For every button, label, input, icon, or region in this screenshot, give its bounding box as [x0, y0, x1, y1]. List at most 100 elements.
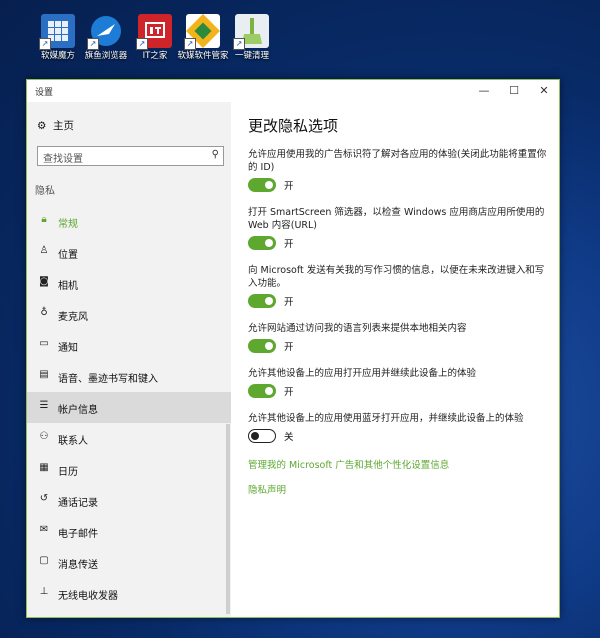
sidebar-scrollbar[interactable] — [226, 424, 230, 614]
sidebar-item-label: 相机 — [58, 281, 78, 292]
sidebar-item-contacts[interactable]: ⚇ 联系人 — [27, 423, 231, 454]
shortcut-arrow-icon: ↗ — [136, 38, 148, 50]
sidebar-item-messaging[interactable]: ▢ 消息传送 — [27, 547, 231, 578]
sidebar-item-label: 消息传送 — [58, 560, 98, 571]
toggle-switch[interactable] — [248, 236, 276, 250]
sidebar-item-label: 通话记录 — [58, 498, 98, 509]
maximize-button[interactable]: ☐ — [499, 80, 529, 102]
mail-icon: ✉ — [39, 524, 49, 535]
sidebar-item-label: 电子邮件 — [58, 529, 98, 540]
privacy-option: 允许网站通过访问我的语言列表来提供本地相关内容 开 — [248, 322, 548, 353]
desktop-icon-label: 软媒软件管家 — [177, 51, 229, 61]
location-person-icon: ♙ — [39, 245, 49, 256]
other-devices-toggle[interactable]: 开 — [248, 384, 548, 398]
search-input[interactable]: 查找设置 ⚲ — [37, 146, 224, 166]
sidebar-item-label: 位置 — [58, 250, 78, 261]
notification-icon: ▭ — [39, 338, 49, 349]
toggle-state: 开 — [284, 239, 294, 250]
manage-ads-link[interactable]: 管理我的 Microsoft 广告和其他个性化设置信息 — [248, 457, 449, 471]
privacy-nav: 🔒︎ 常规 ♙ 位置 ◙ 相机 ♁ 麦克风 ▭ 通知 ▤ 语音、墨迹书写和键入 ☰ 帐户信息 … — [27, 206, 231, 609]
shortcut-arrow-icon: ↗ — [184, 38, 196, 50]
language-list-toggle[interactable]: 开 — [248, 339, 548, 353]
contacts-icon: ⚇ — [39, 431, 49, 442]
calendar-icon: ▦ — [39, 462, 49, 473]
sidebar-item-microphone[interactable]: ♁ 麦克风 — [27, 299, 231, 330]
clipboard-icon: ▤ — [39, 369, 49, 380]
sidebar-item-label: 联系人 — [58, 436, 88, 447]
close-button[interactable]: ✕ — [529, 80, 559, 102]
option-description: 允许其他设备上的应用打开应用并继续此设备上的体验 — [248, 368, 477, 379]
sidebar-item-call-history[interactable]: ↺ 通话记录 — [27, 485, 231, 516]
bluetooth-devices-toggle[interactable]: 关 — [248, 429, 548, 443]
toggle-state: 开 — [284, 342, 294, 353]
desktop-icon-label: 一键清理 — [234, 51, 269, 61]
desktop-icon-software-manager[interactable]: ↗ 软媒软件管家 — [175, 14, 231, 62]
sidebar-item-general[interactable]: 🔒︎ 常规 — [27, 206, 231, 237]
home-label: 主页 — [53, 120, 74, 132]
toggle-switch[interactable] — [248, 429, 276, 443]
option-description: 允许其他设备上的应用使用蓝牙打开应用，并继续此设备上的体验 — [248, 413, 524, 424]
sidebar: ⚙ 主页 查找设置 ⚲ 隐私 🔒︎ 常规 ♙ 位置 ◙ 相机 ♁ 麦克风 ▭ 通知 ▤ — [27, 102, 231, 617]
sidebar-item-label: 麦克风 — [58, 312, 88, 323]
privacy-option: 向 Microsoft 发送有关我的写作习惯的信息，以便在未来改进键入和写入功能… — [248, 264, 548, 308]
toggle-switch[interactable] — [248, 178, 276, 192]
sidebar-item-label: 通知 — [58, 343, 78, 354]
sidebar-item-radios[interactable]: ⊥ 无线电收发器 — [27, 578, 231, 609]
toggle-state: 关 — [284, 432, 294, 443]
sidebar-item-label: 日历 — [58, 467, 78, 478]
smartscreen-toggle[interactable]: 开 — [248, 236, 548, 250]
toggle-switch[interactable] — [248, 384, 276, 398]
privacy-statement-link[interactable]: 隐私声明 — [248, 482, 286, 496]
home-nav-item[interactable]: ⚙ 主页 — [37, 118, 74, 136]
ithome-logo-icon: ↗ — [136, 14, 172, 50]
privacy-option: 打开 SmartScreen 筛选器，以检查 Windows 应用商店应用所使用… — [248, 206, 548, 250]
privacy-option: 允许其他设备上的应用打开应用并继续此设备上的体验 开 — [248, 367, 548, 398]
advertising-id-toggle[interactable]: 开 — [248, 178, 548, 192]
toggle-state: 开 — [284, 181, 294, 192]
search-icon: ⚲ — [211, 149, 219, 160]
desktop-icon-browser[interactable]: ↗ 旗鱼浏览器 — [78, 14, 134, 62]
settings-window: 设置 — ☐ ✕ ⚙ 主页 查找设置 ⚲ 隐私 🔒︎ 常规 ♙ 位置 ◙ 相机 ♁ 麦克风 — [26, 79, 560, 618]
window-title: 设置 — [35, 88, 54, 98]
search-placeholder: 查找设置 — [43, 154, 83, 165]
toggle-state: 开 — [284, 297, 294, 308]
option-description: 允许应用使用我的广告标识符了解对各应用的体验(关闭此功能将重置你的 ID) — [248, 149, 547, 173]
sidebar-item-notifications[interactable]: ▭ 通知 — [27, 330, 231, 361]
toggle-switch[interactable] — [248, 339, 276, 353]
writing-info-toggle[interactable]: 开 — [248, 294, 548, 308]
sidebar-item-camera[interactable]: ◙ 相机 — [27, 268, 231, 299]
shortcut-arrow-icon: ↗ — [87, 38, 99, 50]
software-manager-icon: ↗ — [184, 14, 220, 50]
rubik-cube-icon: ↗ — [39, 14, 75, 50]
gear-icon: ⚙ — [37, 120, 47, 132]
privacy-option: 允许其他设备上的应用使用蓝牙打开应用，并继续此设备上的体验 关 — [248, 412, 548, 443]
option-description: 向 Microsoft 发送有关我的写作习惯的信息，以便在未来改进键入和写入功能… — [248, 265, 545, 289]
sidebar-item-label: 无线电收发器 — [58, 591, 118, 602]
sidebar-item-email[interactable]: ✉ 电子邮件 — [27, 516, 231, 547]
title-bar[interactable]: 设置 — ☐ ✕ — [27, 80, 559, 102]
sidebar-item-speech[interactable]: ▤ 语音、墨迹书写和键入 — [27, 361, 231, 392]
minimize-button[interactable]: — — [469, 80, 499, 102]
sidebar-item-account-info[interactable]: ☰ 帐户信息 — [27, 392, 231, 423]
toggle-state: 开 — [284, 387, 294, 398]
desktop-icon-label: 旗鱼浏览器 — [84, 51, 128, 61]
page-title: 更改隐私选项 — [248, 117, 339, 135]
swordfish-browser-icon: ↗ — [87, 14, 123, 50]
privacy-option: 允许应用使用我的广告标识符了解对各应用的体验(关闭此功能将重置你的 ID) 开 — [248, 148, 548, 192]
account-info-icon: ☰ — [39, 400, 49, 411]
shortcut-arrow-icon: ↗ — [39, 38, 51, 50]
option-description: 打开 SmartScreen 筛选器，以检查 Windows 应用商店应用所使用… — [248, 207, 545, 231]
camera-icon: ◙ — [39, 276, 49, 287]
sidebar-item-location[interactable]: ♙ 位置 — [27, 237, 231, 268]
broom-clean-icon: ↗ — [233, 14, 269, 50]
message-icon: ▢ — [39, 555, 49, 566]
microphone-icon: ♁ — [40, 307, 48, 318]
sidebar-item-calendar[interactable]: ▦ 日历 — [27, 454, 231, 485]
option-description: 允许网站通过访问我的语言列表来提供本地相关内容 — [248, 323, 467, 334]
desktop-icon-clean[interactable]: ↗ 一键清理 — [224, 14, 280, 62]
lock-icon: 🔒︎ — [41, 214, 47, 225]
radio-tower-icon: ⊥ — [39, 586, 49, 597]
sidebar-item-label: 语音、墨迹书写和键入 — [58, 374, 158, 385]
toggle-switch[interactable] — [248, 294, 276, 308]
shortcut-arrow-icon: ↗ — [233, 38, 245, 50]
